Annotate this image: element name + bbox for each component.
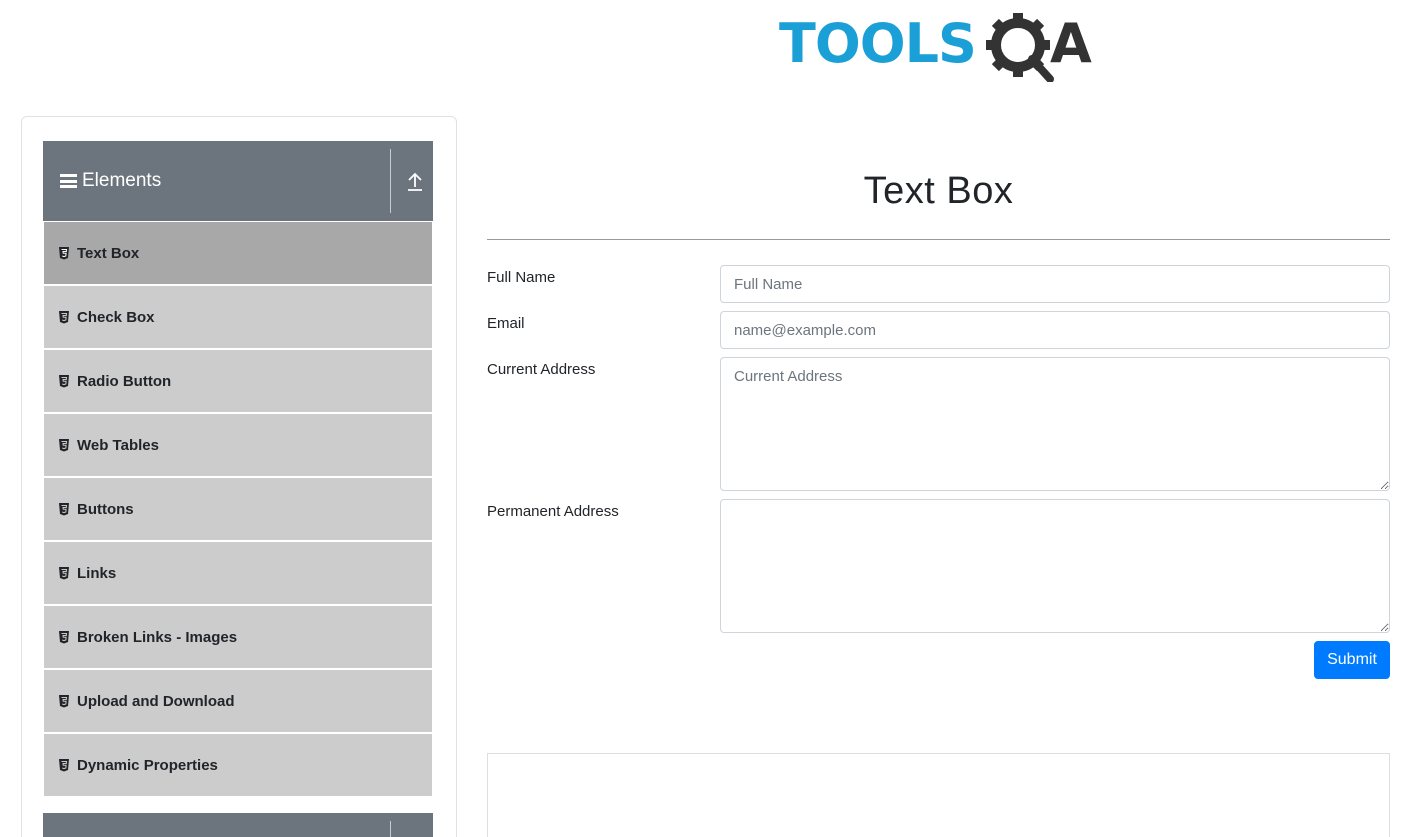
html5-icon xyxy=(59,503,69,516)
html5-icon xyxy=(59,695,69,708)
sidebar-item-radio-button[interactable]: Radio Button xyxy=(44,350,432,412)
sidebar-item-label: Buttons xyxy=(77,500,134,518)
sidebar-item-links[interactable]: Links xyxy=(44,542,432,604)
site-logo[interactable]: TOOLS A xyxy=(779,8,1103,82)
full-name-label: Full Name xyxy=(487,269,556,286)
logo-a-text: A xyxy=(1050,12,1092,75)
sidebar-item-label: Text Box xyxy=(77,244,140,262)
elements-group-header[interactable]: Elements xyxy=(43,141,433,221)
sidebar-item-label: Check Box xyxy=(77,308,155,326)
title-divider xyxy=(487,239,1390,240)
html5-icon xyxy=(59,759,69,772)
group-title-label: Elements xyxy=(82,170,162,191)
sidebar-item-upload-download[interactable]: Upload and Download xyxy=(44,670,432,732)
header-divider xyxy=(390,149,391,213)
collapse-arrow-icon[interactable] xyxy=(405,171,425,193)
email-input[interactable] xyxy=(720,311,1390,349)
group-title: Elements xyxy=(60,170,161,192)
sidebar-item-label: Links xyxy=(77,564,117,582)
permanent-address-textarea[interactable] xyxy=(720,499,1390,633)
logo-tools-text: TOOLS xyxy=(779,12,977,75)
sidebar-item-text-box[interactable]: Text Box xyxy=(44,222,432,284)
sidebar-item-label: Web Tables xyxy=(77,436,159,454)
sidebar-item-check-box[interactable]: Check Box xyxy=(44,286,432,348)
sidebar-item-dynamic-properties[interactable]: Dynamic Properties xyxy=(44,734,432,796)
sidebar-item-label: Broken Links - Images xyxy=(77,628,238,646)
output-panel xyxy=(487,753,1390,837)
html5-icon xyxy=(59,247,69,260)
permanent-address-label: Permanent Address xyxy=(487,503,619,520)
html5-icon xyxy=(59,311,69,324)
html5-icon xyxy=(59,375,69,388)
submit-button[interactable]: Submit xyxy=(1314,641,1390,679)
current-address-label: Current Address xyxy=(487,361,596,378)
sidebar-item-web-tables[interactable]: Web Tables xyxy=(44,414,432,476)
email-label: Email xyxy=(487,315,525,332)
header-divider xyxy=(390,821,391,837)
html5-icon xyxy=(59,567,69,580)
next-group-header[interactable] xyxy=(43,813,433,837)
html5-icon xyxy=(59,631,69,644)
full-name-input[interactable] xyxy=(720,265,1390,303)
sidebar-item-label: Dynamic Properties xyxy=(77,756,218,774)
hamburger-icon xyxy=(60,174,77,188)
sidebar-item-label: Upload and Download xyxy=(77,692,235,710)
sidebar-item-broken-links[interactable]: Broken Links - Images xyxy=(44,606,432,668)
html5-icon xyxy=(59,439,69,452)
sidebar-item-buttons[interactable]: Buttons xyxy=(44,478,432,540)
current-address-textarea[interactable] xyxy=(720,357,1390,491)
gear-magnifier-icon: A xyxy=(986,12,1092,82)
logo-wordmark: TOOLS xyxy=(779,12,977,75)
sidebar-item-label: Radio Button xyxy=(77,372,172,390)
page-title: Text Box xyxy=(863,170,1014,212)
